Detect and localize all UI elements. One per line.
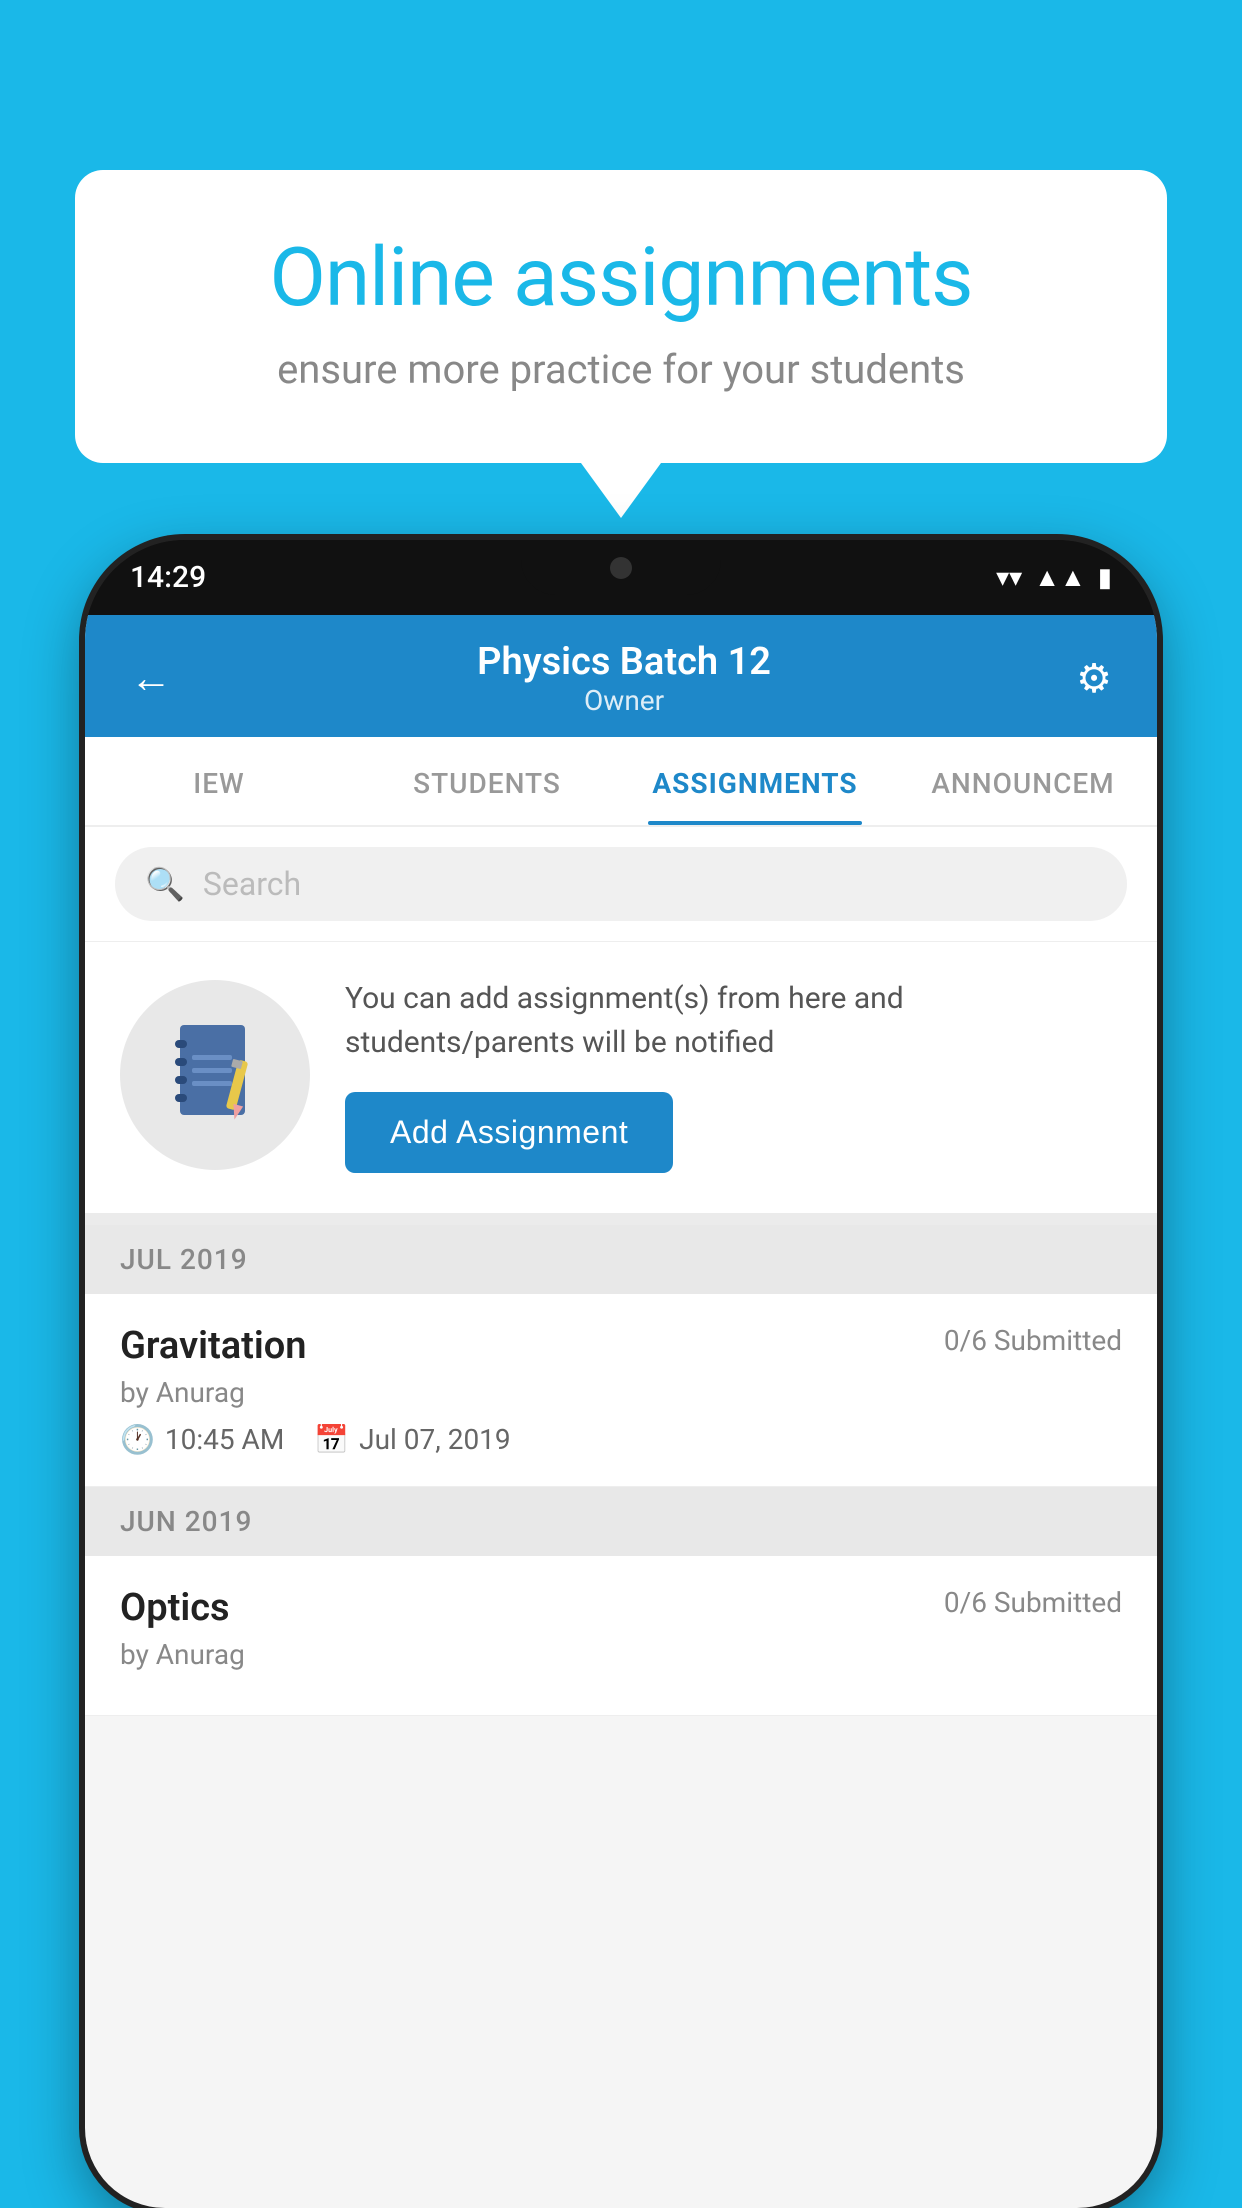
assignment-date: 📅 Jul 07, 2019: [314, 1423, 510, 1456]
add-assignment-button[interactable]: Add Assignment: [345, 1092, 673, 1173]
search-icon: 🔍: [145, 865, 185, 903]
info-description: You can add assignment(s) from here and …: [345, 977, 1122, 1064]
assignment-date-value: Jul 07, 2019: [359, 1423, 511, 1456]
assignment-top-row-optics: Optics 0/6 Submitted: [120, 1586, 1122, 1630]
speech-bubble-tip: [581, 463, 661, 518]
phone-notch: [521, 540, 721, 595]
header-title-group: Physics Batch 12 Owner: [477, 640, 771, 717]
status-bar: 14:29 ▾▾ ▲▲ ▮: [85, 540, 1157, 615]
tab-iew[interactable]: IEW: [85, 737, 353, 825]
section-jun-2019: JUN 2019: [85, 1487, 1157, 1556]
assignment-item-optics[interactable]: Optics 0/6 Submitted by Anurag: [85, 1556, 1157, 1716]
speech-bubble-subtext: ensure more practice for your students: [145, 346, 1097, 393]
signal-icon: ▲▲: [1034, 562, 1085, 593]
search-input-wrapper[interactable]: 🔍 Search: [115, 847, 1127, 921]
phone-screen: ← Physics Batch 12 Owner ⚙ IEW STUDENTS …: [85, 615, 1157, 2208]
assignment-item-gravitation[interactable]: Gravitation 0/6 Submitted by Anurag 🕐 10…: [85, 1294, 1157, 1487]
calendar-icon: 📅: [314, 1423, 349, 1456]
wifi-icon: ▾▾: [996, 563, 1022, 593]
speech-bubble-container: Online assignments ensure more practice …: [75, 170, 1167, 518]
section-jun-label: JUN 2019: [120, 1505, 252, 1538]
assignment-submitted: 0/6 Submitted: [944, 1324, 1122, 1357]
assignment-submitted-optics: 0/6 Submitted: [944, 1586, 1122, 1619]
header-subtitle: Owner: [477, 684, 771, 717]
assignment-time-value: 10:45 AM: [165, 1423, 284, 1456]
section-jul-2019: JUL 2019: [85, 1225, 1157, 1294]
clock-icon: 🕐: [120, 1423, 155, 1456]
assignment-name: Gravitation: [120, 1324, 307, 1368]
notebook-icon-circle: [120, 980, 310, 1170]
back-button[interactable]: ←: [130, 654, 172, 703]
tab-students[interactable]: STUDENTS: [353, 737, 621, 825]
tab-announcements[interactable]: ANNOUNCEM: [889, 737, 1157, 825]
assignment-by: by Anurag: [120, 1376, 1122, 1409]
assignment-top-row: Gravitation 0/6 Submitted: [120, 1324, 1122, 1368]
phone-frame: 14:29 ▾▾ ▲▲ ▮ ← Physics Batch 12 Owner ⚙…: [85, 540, 1157, 2208]
info-text-block: You can add assignment(s) from here and …: [345, 977, 1122, 1173]
app-header: ← Physics Batch 12 Owner ⚙: [85, 615, 1157, 737]
status-time: 14:29: [130, 560, 206, 595]
battery-icon: ▮: [1098, 563, 1112, 593]
settings-icon[interactable]: ⚙: [1076, 655, 1112, 702]
search-container: 🔍 Search: [85, 827, 1157, 942]
notebook-icon: [170, 1020, 260, 1130]
section-jul-label: JUL 2019: [120, 1243, 248, 1276]
info-section: You can add assignment(s) from here and …: [85, 942, 1157, 1225]
speech-bubble-heading: Online assignments: [145, 230, 1097, 326]
tabs-bar: IEW STUDENTS ASSIGNMENTS ANNOUNCEM: [85, 737, 1157, 827]
tab-assignments[interactable]: ASSIGNMENTS: [621, 737, 889, 825]
search-placeholder: Search: [203, 865, 301, 903]
status-icons: ▾▾ ▲▲ ▮: [996, 562, 1112, 593]
assignment-by-optics: by Anurag: [120, 1638, 1122, 1671]
camera-dot: [610, 557, 632, 579]
speech-bubble: Online assignments ensure more practice …: [75, 170, 1167, 463]
assignment-time: 🕐 10:45 AM: [120, 1423, 284, 1456]
assignment-name-optics: Optics: [120, 1586, 230, 1630]
header-title: Physics Batch 12: [477, 640, 771, 684]
assignment-meta: 🕐 10:45 AM 📅 Jul 07, 2019: [120, 1423, 1122, 1456]
